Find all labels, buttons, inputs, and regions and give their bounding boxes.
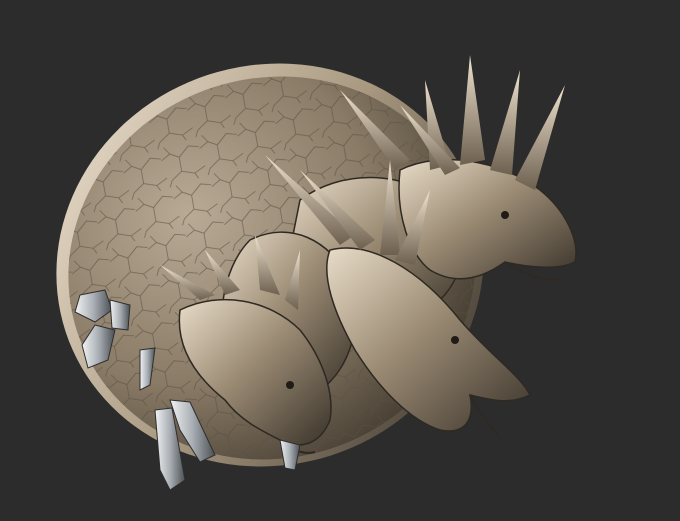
- render-viewport: [0, 0, 680, 521]
- dragon-relief-render: [56, 55, 577, 491]
